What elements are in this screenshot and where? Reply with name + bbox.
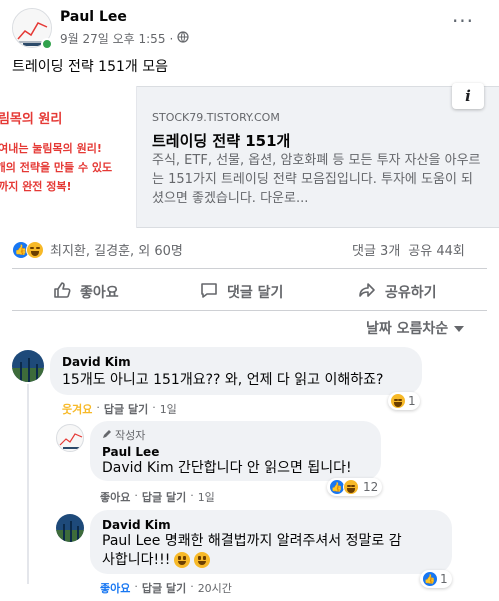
comment-actions: 좋아요 · 답글 달기 · 20시간 — [100, 580, 232, 596]
mention[interactable]: Paul Lee — [102, 533, 160, 549]
info-icon[interactable]: i — [452, 83, 484, 109]
comments-count[interactable]: 댓글 3개 — [352, 240, 400, 259]
commenter-avatar[interactable] — [56, 514, 84, 542]
thumbnail-title: 눌림목의 원리 — [0, 112, 63, 127]
smile-emoji-icon — [194, 552, 211, 568]
comment-body: 명쾌한 해결법까지 알려주셔서 정말로 감 — [164, 533, 402, 549]
pencil-icon — [102, 429, 112, 442]
like-comment-button[interactable]: 좋아요 — [100, 489, 130, 505]
sort-label: 날짜 오름차순 — [366, 321, 449, 337]
comment-body: 간단합니다 안 읽으면 됩니다! — [178, 460, 352, 476]
comment-actions: 좋아요 · 답글 달기 · 1일 — [100, 489, 215, 505]
comment-author[interactable]: Paul Lee — [102, 445, 369, 459]
meta-separator: · — [169, 31, 174, 46]
thumbnail-line: 주여내는 눌림목의 원리! — [0, 142, 102, 155]
thumbnail-line: 용까지 완전 정복! — [0, 180, 72, 193]
reaction-button[interactable]: 웃겨요 — [62, 401, 92, 417]
link-domain: STOCK79.TISTORY.COM — [152, 111, 280, 124]
thread-line — [27, 384, 29, 584]
separator: · — [134, 489, 138, 502]
reply-author-avatar[interactable] — [56, 424, 84, 452]
divider — [12, 310, 487, 311]
comment-bubble: David Kim 15개도 아니고 151개요?? 와, 언제 다 읽고 이해… — [50, 347, 422, 395]
comment-reactions[interactable]: 1 — [388, 392, 420, 410]
link-title[interactable]: 트레이딩 전략 151개 — [152, 130, 290, 151]
comment-icon — [199, 280, 219, 304]
comment-reactions[interactable]: 👍 1 — [420, 570, 452, 588]
thumbs-up-icon — [52, 280, 72, 304]
separator: · — [190, 580, 194, 593]
comment-author[interactable]: David Kim — [62, 355, 410, 369]
like-comment-button[interactable]: 좋아요 — [100, 580, 130, 596]
comment-text: David Kim 간단합니다 안 읽으면 됩니다! — [102, 459, 369, 478]
reactors-text[interactable]: 최지환, 길경훈, 외 60명 — [50, 240, 183, 259]
more-options-icon[interactable]: ··· — [445, 11, 481, 39]
caret-down-icon — [454, 320, 465, 336]
post-timestamp[interactable]: 9월 27일 오후 1:55 — [60, 30, 165, 47]
author-badge: 작성자 — [102, 427, 369, 443]
comment-label: 댓글 달기 — [227, 285, 284, 301]
separator: · — [134, 580, 138, 593]
comment-author[interactable]: David Kim — [102, 518, 440, 532]
share-icon — [357, 280, 377, 304]
share-label: 공유하기 — [385, 285, 437, 301]
comment-text: 15개도 아니고 151개요?? 와, 언제 다 읽고 이해하죠? — [62, 372, 384, 388]
comment-text: Paul Lee 명쾌한 해결법까지 알려주셔서 정말로 감 — [102, 532, 440, 551]
divider — [12, 268, 487, 269]
smile-emoji-icon — [174, 552, 191, 568]
shares-count[interactable]: 공유 44회 — [408, 240, 465, 259]
engagement-counts: 댓글 3개 공유 44회 — [352, 240, 465, 259]
author-badge-label: 작성자 — [115, 429, 146, 442]
link-preview-thumbnail[interactable]: 눌림목의 원리 주여내는 눌림목의 원리! 1개의 전략을 만들 수 있도 용까… — [0, 86, 137, 228]
comment-time[interactable]: 20시간 — [198, 580, 232, 596]
post-meta: 9월 27일 오후 1:55 · — [60, 30, 189, 47]
reply-button[interactable]: 답글 달기 — [142, 580, 186, 596]
like-reaction-icon: 👍 — [422, 571, 438, 587]
haha-reaction-icon — [343, 479, 359, 495]
reaction-count: 1 — [408, 394, 416, 408]
separator: · — [190, 489, 194, 502]
comment-time[interactable]: 1일 — [160, 401, 177, 417]
reply-button[interactable]: 답글 달기 — [142, 489, 186, 505]
reply-button[interactable]: 답글 달기 — [104, 401, 148, 417]
comment-actions: 웃겨요 · 답글 달기 · 1일 — [62, 401, 177, 417]
mention[interactable]: David Kim — [102, 460, 174, 476]
separator: · — [152, 401, 156, 414]
reply-bubble: 작성자 Paul Lee David Kim 간단합니다 안 읽으면 됩니다! — [90, 421, 381, 481]
post-text: 트레이딩 전략 151개 모음 — [12, 59, 168, 75]
commenter-avatar[interactable] — [12, 350, 44, 382]
reply-bubble: David Kim Paul Lee 명쾌한 해결법까지 알려주셔서 정말로 감… — [90, 510, 452, 574]
reaction-count: 1 — [440, 572, 448, 586]
comment-body: 사합니다!!! — [102, 552, 171, 568]
haha-reaction-icon — [390, 393, 406, 409]
comment-text-line: 사합니다!!! — [102, 551, 440, 570]
reactions-summary[interactable]: 👍 최지환, 길경훈, 외 60명 — [12, 240, 183, 259]
like-label: 좋아요 — [80, 285, 119, 301]
share-button[interactable]: 공유하기 — [357, 280, 437, 304]
globe-icon — [177, 31, 189, 46]
comment-time[interactable]: 1일 — [198, 489, 215, 505]
haha-reaction-icon — [26, 240, 44, 259]
comment-reactions[interactable]: 👍 12 — [327, 478, 383, 496]
online-status-indicator — [41, 38, 53, 50]
like-button[interactable]: 좋아요 — [52, 280, 119, 304]
separator: · — [96, 401, 100, 414]
reaction-count: 12 — [363, 480, 379, 494]
thumbnail-line: 1개의 전략을 만들 수 있도 — [0, 161, 113, 174]
post-author-name[interactable]: Paul Lee — [60, 9, 127, 25]
link-description: 주식, ETF, 선물, 옵션, 암호화폐 등 모든 투자 자산을 아우르는 1… — [152, 153, 481, 206]
comment-button[interactable]: 댓글 달기 — [199, 280, 283, 304]
comment-sort-dropdown[interactable]: 날짜 오름차순 — [366, 318, 465, 338]
